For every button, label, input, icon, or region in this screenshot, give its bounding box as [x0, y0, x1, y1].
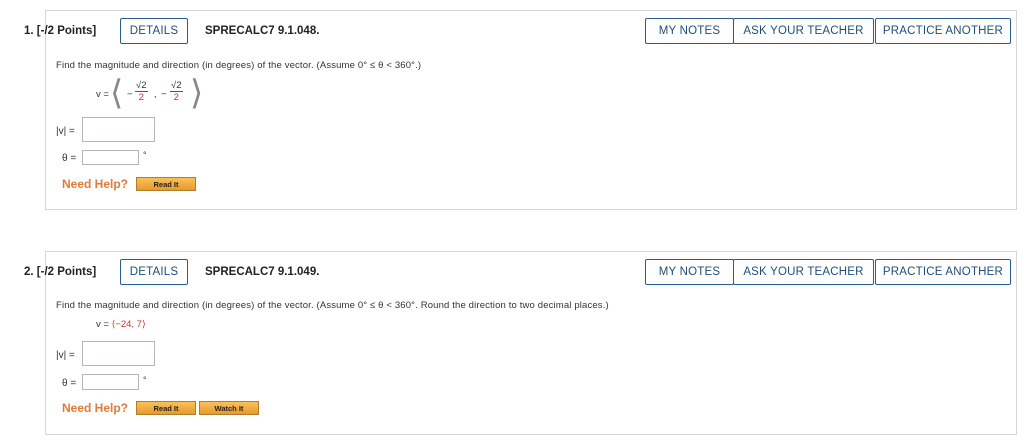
- vector-prefix: v =: [96, 89, 109, 100]
- ask-teacher-button[interactable]: ASK YOUR TEACHER: [733, 18, 874, 44]
- magnitude-label: |v| =: [56, 126, 75, 137]
- magnitude-label: |v| =: [56, 350, 75, 361]
- question-code: SPRECALC7 9.1.048.: [205, 25, 320, 37]
- component-2-numerator: √2: [170, 80, 183, 92]
- vector-prefix: v =: [96, 319, 112, 330]
- question-1-header: 1. [-/2 Points] DETAILS SPRECALC7 9.1.04…: [10, 18, 1017, 46]
- degree-symbol: °: [143, 150, 147, 160]
- magnitude-input[interactable]: [82, 117, 155, 142]
- need-help-label: Need Help?: [62, 177, 129, 191]
- theta-input[interactable]: [82, 150, 139, 165]
- vector-value: ⟨−24, 7⟩: [111, 319, 146, 330]
- my-notes-button[interactable]: MY NOTES: [645, 259, 734, 285]
- practice-another-button[interactable]: PRACTICE ANOTHER: [875, 18, 1011, 44]
- component-2-sign: −: [161, 89, 167, 100]
- left-angle-bracket: ⟨: [110, 74, 124, 112]
- question-2-header: 2. [-/2 Points] DETAILS SPRECALC7 9.1.04…: [10, 259, 1017, 287]
- question-2: 2. [-/2 Points] DETAILS SPRECALC7 9.1.04…: [10, 251, 1017, 435]
- component-1-fraction: √2 2: [135, 80, 148, 103]
- my-notes-button[interactable]: MY NOTES: [645, 18, 734, 44]
- question-prompt: Find the magnitude and direction (in deg…: [56, 60, 422, 71]
- theta-label: θ =: [62, 378, 77, 389]
- right-angle-bracket: ⟩: [190, 74, 204, 112]
- read-it-button[interactable]: Read It: [136, 177, 196, 191]
- question-prompt: Find the magnitude and direction (in deg…: [56, 300, 609, 311]
- details-button[interactable]: DETAILS: [120, 18, 188, 44]
- practice-another-button[interactable]: PRACTICE ANOTHER: [875, 259, 1011, 285]
- need-help-label: Need Help?: [62, 401, 129, 415]
- question-number: 2. [-/2 Points]: [24, 266, 97, 278]
- watch-it-button[interactable]: Watch It: [199, 401, 259, 415]
- question-1: 1. [-/2 Points] DETAILS SPRECALC7 9.1.04…: [10, 10, 1017, 210]
- component-2-fraction: √2 2: [170, 80, 183, 103]
- theta-label: θ =: [62, 153, 77, 164]
- degree-symbol: °: [143, 375, 147, 385]
- question-code: SPRECALC7 9.1.049.: [205, 266, 320, 278]
- ask-teacher-button[interactable]: ASK YOUR TEACHER: [733, 259, 874, 285]
- component-1-denominator: 2: [138, 92, 144, 103]
- question-number: 1. [-/2 Points]: [24, 25, 97, 37]
- theta-input[interactable]: [82, 374, 139, 390]
- details-button[interactable]: DETAILS: [120, 259, 188, 285]
- magnitude-input[interactable]: [82, 341, 155, 366]
- vector-expression: v = ⟨−24, 7⟩: [96, 319, 146, 330]
- read-it-button[interactable]: Read It: [136, 401, 196, 415]
- component-2-denominator: 2: [173, 92, 179, 103]
- component-1-sign: −: [127, 89, 133, 100]
- component-1-numerator: √2: [135, 80, 148, 92]
- component-separator: ,: [154, 89, 157, 100]
